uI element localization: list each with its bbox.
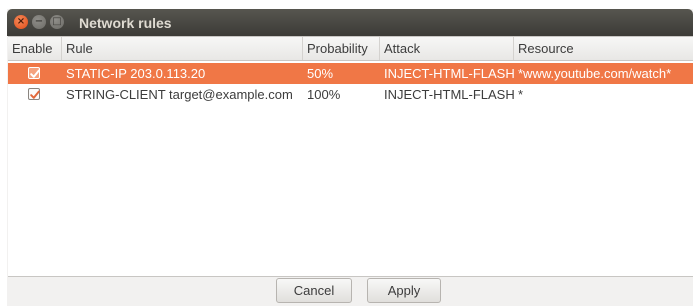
table-row[interactable]: STRING-CLIENT target@example.com 100% IN… <box>8 84 693 105</box>
minimize-window-button[interactable]: − <box>32 15 46 29</box>
titlebar[interactable]: × − □ Network rules <box>7 9 693 36</box>
rule-cell: STATIC-IP 203.0.113.20 <box>66 66 206 81</box>
table-row[interactable]: STATIC-IP 203.0.113.20 50% INJECT-HTML-F… <box>8 63 693 84</box>
resource-cell: *www.youtube.com/watch* <box>518 66 672 81</box>
cancel-button[interactable]: Cancel <box>276 278 352 303</box>
table-header: Enable Rule Probability Attack Resource <box>8 37 693 61</box>
close-icon: × <box>16 16 26 27</box>
maximize-window-button[interactable]: □ <box>50 15 64 29</box>
attack-cell: INJECT-HTML-FLASH <box>384 66 514 81</box>
checkmark-icon <box>30 69 40 78</box>
rule-cell: STRING-CLIENT target@example.com <box>66 87 293 102</box>
column-header-rule[interactable]: Rule <box>62 37 303 60</box>
checkmark-icon <box>30 90 40 99</box>
column-header-enable[interactable]: Enable <box>8 37 62 60</box>
enable-checkbox[interactable] <box>28 88 40 100</box>
column-header-attack[interactable]: Attack <box>380 37 514 60</box>
close-window-button[interactable]: × <box>14 15 28 29</box>
rules-table: Enable Rule Probability Attack Resource … <box>8 36 693 277</box>
maximize-icon: □ <box>52 16 62 27</box>
attack-cell: INJECT-HTML-FLASH <box>384 87 514 102</box>
probability-cell: 50% <box>307 66 334 81</box>
column-header-probability[interactable]: Probability <box>303 37 380 60</box>
window-title: Network rules <box>79 15 172 31</box>
apply-button[interactable]: Apply <box>367 278 441 303</box>
column-header-resource[interactable]: Resource <box>514 37 693 60</box>
network-rules-window: × − □ Network rules Enable Rule Probabil… <box>7 9 693 306</box>
minimize-icon: − <box>34 16 44 27</box>
dialog-button-bar: Cancel Apply <box>7 276 693 306</box>
enable-checkbox[interactable] <box>28 67 40 79</box>
resource-cell: * <box>518 87 524 102</box>
probability-cell: 100% <box>307 87 341 102</box>
